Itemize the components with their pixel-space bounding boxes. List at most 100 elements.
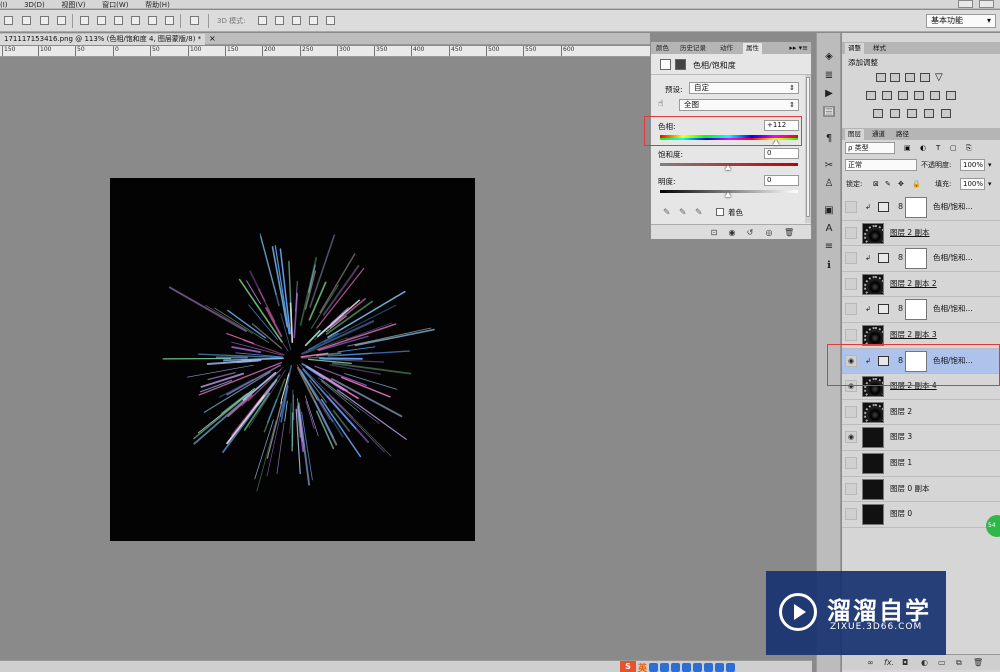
tab-adjustments[interactable]: 调整 [845, 43, 864, 54]
lightness-slider-thumb[interactable] [725, 192, 731, 197]
lock-all-icon[interactable]: 🔒 [912, 178, 921, 190]
scrollbar-thumb[interactable] [806, 77, 810, 217]
menu-item-help[interactable]: 帮助(H) [145, 1, 170, 8]
eyedropper-icon[interactable]: ✎ [663, 208, 671, 218]
layer-thumbnail[interactable] [862, 273, 884, 295]
distribute-right-icon[interactable] [165, 16, 174, 25]
channel-mixer-icon[interactable] [930, 91, 940, 100]
eye-hidden-icon[interactable] [845, 508, 857, 521]
maximize-button[interactable] [979, 0, 994, 8]
3d-scale-icon[interactable] [326, 16, 335, 25]
distribute-bottom-icon[interactable] [114, 16, 123, 25]
filter-smart-icon[interactable]: ⎘ [966, 142, 972, 154]
layer-thumbnail[interactable] [862, 401, 884, 423]
vibrance-icon[interactable]: ▽ [935, 73, 945, 83]
eye-hidden-icon[interactable] [845, 328, 857, 341]
layer-filter-select[interactable]: ρ 类型 [845, 142, 895, 154]
distribute-hcenter-icon[interactable] [148, 16, 157, 25]
layer-row[interactable]: 图层 2 副本 2 [842, 271, 1000, 298]
eye-hidden-icon[interactable] [845, 226, 857, 239]
trash-icon[interactable]: 🗑 [973, 658, 983, 667]
layer-thumbnail[interactable] [862, 324, 884, 346]
layer-thumbnail[interactable] [862, 452, 884, 474]
layer-row[interactable]: ↲ 8 色相/饱和... [842, 297, 1000, 323]
filter-pixel-icon[interactable]: ▣ [904, 142, 911, 154]
brightness-icon[interactable] [876, 73, 886, 82]
chevron-down-icon[interactable]: ▾ [988, 159, 992, 171]
wrench-icon[interactable] [726, 662, 736, 672]
layer-row[interactable]: 图层 0 副本 [842, 476, 1000, 503]
hand-target-icon[interactable]: ☝ [658, 99, 663, 109]
invert-icon[interactable] [873, 109, 883, 118]
chain-link-icon[interactable]: 8 [898, 253, 903, 262]
workspace-select[interactable]: 基本功能 ▾ [926, 14, 996, 28]
menu-item-window[interactable]: 窗口(W) [102, 1, 128, 8]
gradient-map-icon[interactable] [924, 109, 934, 118]
lock-move-icon[interactable]: ✥ [898, 178, 904, 190]
eye-hidden-icon[interactable] [845, 252, 857, 265]
fill-input[interactable]: 100% [960, 178, 985, 190]
layer-row[interactable]: 图层 1 [842, 450, 1000, 477]
artwork-canvas[interactable] [110, 178, 475, 541]
layer-row[interactable]: ↲ 8 色相/饱和... [842, 246, 1000, 272]
eyedropper-plus-icon[interactable]: ✎ [679, 208, 687, 218]
color-panel-icon[interactable]: ◈ [823, 51, 835, 62]
punctuation-icon[interactable] [660, 662, 670, 672]
exposure-icon[interactable] [920, 73, 930, 82]
layer-thumbnail[interactable] [862, 222, 884, 244]
align-left-icon[interactable] [57, 16, 66, 25]
color-lookup-icon[interactable] [946, 91, 956, 100]
character-icon[interactable]: A [823, 223, 835, 234]
3d-rotate-icon[interactable] [258, 16, 267, 25]
menu-item-image[interactable]: (I) [0, 1, 8, 8]
align-top-icon[interactable] [4, 16, 13, 25]
saturation-slider-thumb[interactable] [725, 165, 731, 170]
tab-paths[interactable]: 路径 [893, 129, 912, 140]
history-panel-icon[interactable]: ≣ [823, 70, 835, 81]
eye-hidden-icon[interactable] [845, 456, 857, 469]
properties-panel-icon[interactable]: ▤ [823, 106, 835, 117]
levels-icon[interactable] [890, 73, 900, 82]
tab-history[interactable]: 历史记录 [677, 43, 709, 54]
align-vcenter-icon[interactable] [22, 16, 31, 25]
keyboard-icon[interactable] [693, 662, 703, 672]
mask-icon[interactable] [675, 59, 686, 70]
distribute-top-icon[interactable] [80, 16, 89, 25]
menu-item-view[interactable]: 视图(V) [61, 1, 85, 8]
photo-filter-icon[interactable] [914, 91, 924, 100]
microphone-icon[interactable] [682, 662, 692, 672]
eye-hidden-icon[interactable] [845, 201, 857, 213]
minimize-button[interactable] [958, 0, 974, 8]
visibility-icon[interactable]: ◎ [764, 228, 774, 237]
layer-thumbnail[interactable] [862, 504, 884, 526]
close-icon[interactable]: × [209, 34, 216, 44]
view-previous-icon[interactable]: ◉ [727, 228, 737, 237]
navigator-icon[interactable]: ▣ [823, 205, 835, 216]
layer-row[interactable]: 图层 0 [842, 502, 1000, 528]
hue-saturation-icon[interactable] [866, 91, 876, 100]
link-layers-icon[interactable]: ∞ [867, 658, 874, 667]
fx-icon[interactable]: fx. [884, 658, 894, 667]
3d-pan-icon[interactable] [292, 16, 301, 25]
selective-color-icon[interactable] [941, 109, 951, 118]
paragraph-panel-icon[interactable]: ¶ [823, 133, 835, 144]
align-bottom-icon[interactable] [40, 16, 49, 25]
3d-roll-icon[interactable] [275, 16, 284, 25]
eyedropper-minus-icon[interactable]: ✎ [695, 208, 703, 218]
preset-select[interactable]: 自定 ⇕ [689, 82, 799, 94]
threshold-icon[interactable] [907, 109, 917, 118]
info-icon[interactable]: ℹ [823, 260, 835, 271]
chevron-down-icon[interactable]: ▾ [988, 178, 992, 190]
sogou-logo[interactable]: S [620, 661, 636, 672]
menu-item-3d[interactable]: 3D(D) [24, 1, 45, 8]
auto-align-icon[interactable] [190, 16, 199, 25]
layer-row[interactable]: 图层 2 副本 [842, 220, 1000, 247]
3d-slide-icon[interactable] [309, 16, 318, 25]
saturation-input[interactable]: 0 [764, 148, 799, 159]
tab-styles[interactable]: 样式 [870, 43, 889, 54]
tab-channels[interactable]: 通道 [869, 129, 888, 140]
curves-icon[interactable] [905, 73, 915, 82]
lock-paint-icon[interactable]: ✎ [885, 178, 891, 190]
colorize-checkbox[interactable] [716, 208, 724, 216]
tab-layers[interactable]: 图层 [845, 129, 864, 140]
